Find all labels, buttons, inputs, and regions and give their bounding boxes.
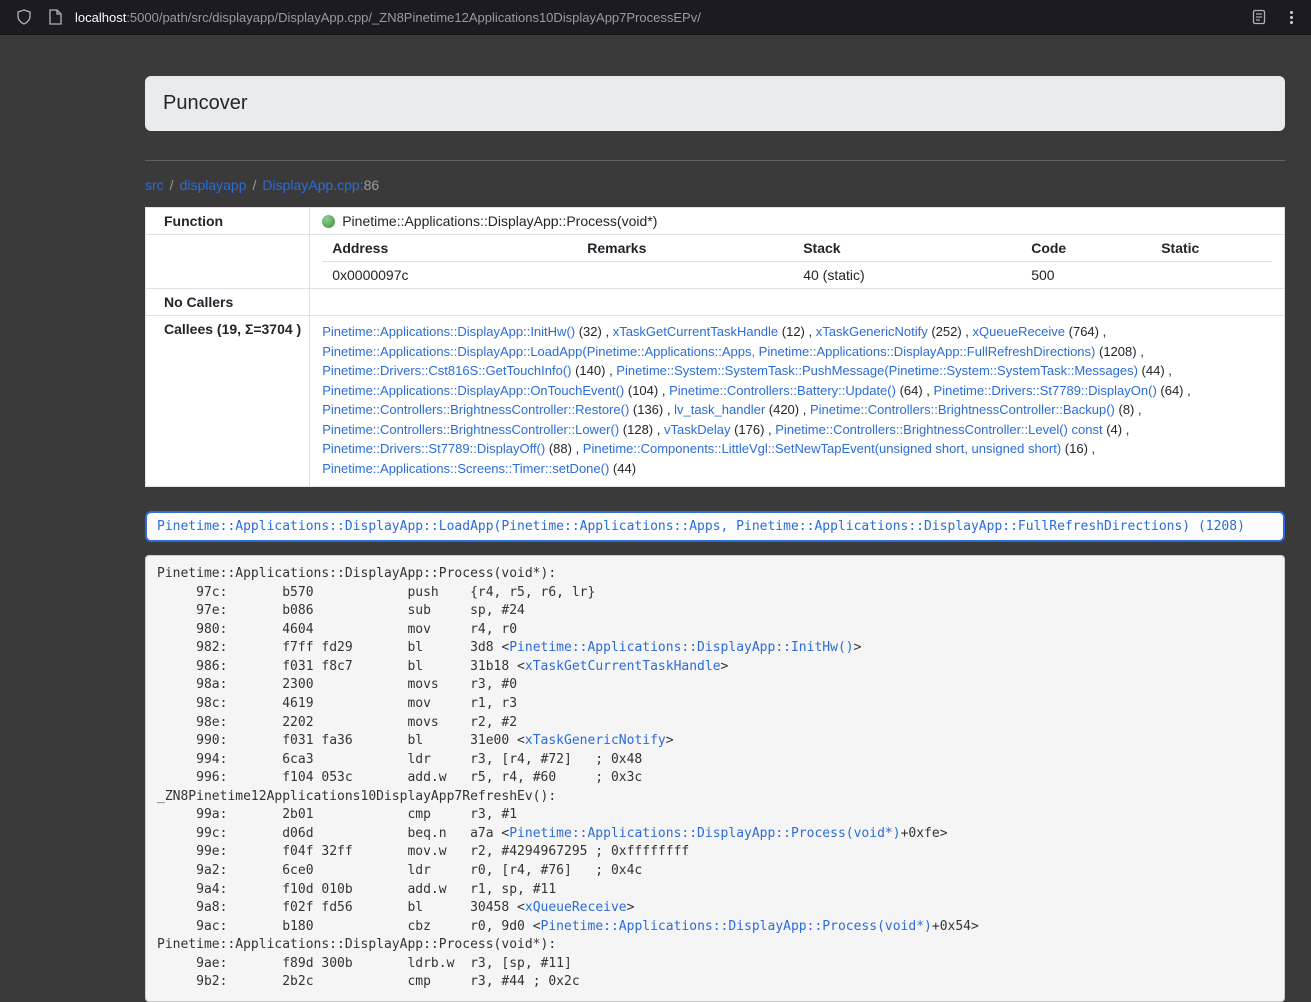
callee-link[interactable]: Pinetime::Controllers::BrightnessControl… — [775, 422, 1102, 437]
callee-link[interactable]: Pinetime::System::SystemTask::PushMessag… — [616, 363, 1138, 378]
no-callers-row: No Callers — [146, 289, 1285, 316]
address-value: 0x0000097c — [322, 262, 577, 289]
divider — [145, 160, 1285, 161]
breadcrumb-file[interactable]: DisplayApp.cpp: — [262, 177, 363, 193]
code-symbol-link[interactable]: Pinetime::Applications::DisplayApp::Init… — [509, 640, 853, 655]
page-title: Puncover — [163, 92, 248, 114]
column-stack: Stack — [793, 235, 1021, 262]
callee-stack-size: (64) — [1157, 383, 1184, 398]
breadcrumb-src[interactable]: src — [145, 177, 164, 193]
function-table: Function Pinetime::Applications::Display… — [145, 207, 1285, 487]
stack-value: 40 (static) — [793, 262, 1021, 289]
callee-link[interactable]: Pinetime::Controllers::BrightnessControl… — [322, 402, 629, 417]
code-symbol-link[interactable]: xQueueReceive — [525, 900, 627, 915]
code-symbol-link[interactable]: xTaskGenericNotify — [525, 733, 666, 748]
breadcrumb-separator: / — [170, 177, 174, 193]
callee-link[interactable]: vTaskDelay — [664, 422, 730, 437]
disassembly: Pinetime::Applications::DisplayApp::Proc… — [145, 555, 1285, 1002]
function-icon — [322, 215, 335, 228]
no-callers-label: No Callers — [146, 289, 310, 316]
callee-link[interactable]: Pinetime::Controllers::BrightnessControl… — [810, 402, 1115, 417]
code-symbol-link[interactable]: Pinetime::Applications::DisplayApp::Proc… — [509, 826, 900, 841]
callee-link[interactable]: xQueueReceive — [973, 324, 1066, 339]
code-symbol-link[interactable]: xTaskGetCurrentTaskHandle — [525, 659, 721, 674]
callee-stack-size: (128) — [619, 422, 653, 437]
breadcrumb-line-number: 86 — [364, 177, 380, 193]
code-symbol-link[interactable]: Pinetime::Applications::DisplayApp::Proc… — [541, 919, 932, 934]
callee-link[interactable]: Pinetime::Applications::DisplayApp::Init… — [322, 324, 575, 339]
callee-stack-size: (104) — [624, 383, 658, 398]
callee-link[interactable]: lv_task_handler — [674, 402, 765, 417]
reader-view-icon[interactable] — [1252, 9, 1266, 25]
url-path: :5000/path/src/displayapp/DisplayApp.cpp… — [126, 10, 701, 25]
metrics-table: Address Remarks Stack Code Static 0x0000… — [322, 235, 1272, 288]
callees-row: Callees (19, Σ=3704 ) Pinetime::Applicat… — [146, 316, 1285, 487]
callee-stack-size: (16) — [1061, 441, 1088, 456]
column-static: Static — [1151, 235, 1272, 262]
page-container: Puncover src / displayapp / DisplayApp.cpp:8… — [145, 35, 1285, 1002]
callee-stack-size: (64) — [896, 383, 923, 398]
callee-stack-size: (764) — [1065, 324, 1099, 339]
callee-link[interactable]: Pinetime::Drivers::St7789::DisplayOff() — [322, 441, 545, 456]
url-bar[interactable]: localhost:5000/path/src/displayapp/Displ… — [75, 10, 1240, 25]
function-row: Function Pinetime::Applications::Display… — [146, 208, 1285, 235]
page-icon[interactable] — [48, 9, 62, 25]
static-value — [1151, 262, 1272, 289]
overflow-menu-icon[interactable] — [1284, 9, 1299, 26]
highlighted-callee-link[interactable]: Pinetime::Applications::DisplayApp::Load… — [157, 519, 1245, 534]
shield-icon[interactable] — [16, 9, 32, 25]
metrics-row: Address Remarks Stack Code Static 0x0000… — [146, 235, 1285, 289]
callee-stack-size: (1208) — [1095, 344, 1136, 359]
callee-link[interactable]: Pinetime::Applications::DisplayApp::Load… — [322, 344, 1095, 359]
callees-label: Callees (19, Σ=3704 ) — [146, 316, 310, 487]
callee-stack-size: (88) — [545, 441, 572, 456]
callee-link[interactable]: xTaskGenericNotify — [816, 324, 928, 339]
function-label: Function — [146, 208, 310, 235]
remarks-value — [577, 262, 793, 289]
callee-stack-size: (12) — [778, 324, 805, 339]
callee-link[interactable]: xTaskGetCurrentTaskHandle — [613, 324, 778, 339]
callee-stack-size: (420) — [765, 402, 799, 417]
breadcrumb: src / displayapp / DisplayApp.cpp:86 — [145, 177, 1285, 193]
url-host: localhost — [75, 10, 126, 25]
callee-link[interactable]: Pinetime::Applications::Screens::Timer::… — [322, 461, 609, 476]
code-value: 500 — [1021, 262, 1151, 289]
callee-link[interactable]: Pinetime::Drivers::St7789::DisplayOn() — [934, 383, 1157, 398]
column-remarks: Remarks — [577, 235, 793, 262]
browser-toolbar: localhost:5000/path/src/displayapp/Displ… — [0, 0, 1311, 35]
metrics-cell: Address Remarks Stack Code Static 0x0000… — [310, 235, 1285, 289]
callee-stack-size: (8) — [1115, 402, 1135, 417]
callee-stack-size: (140) — [571, 363, 605, 378]
callee-stack-size: (252) — [928, 324, 962, 339]
callee-stack-size: (4) — [1103, 422, 1123, 437]
metrics-values-row: 0x0000097c 40 (static) 500 — [322, 262, 1272, 289]
callee-stack-size: (44) — [1138, 363, 1165, 378]
column-address: Address — [322, 235, 577, 262]
callee-link[interactable]: Pinetime::Drivers::Cst816S::GetTouchInfo… — [322, 363, 571, 378]
callee-link[interactable]: Pinetime::Applications::DisplayApp::OnTo… — [322, 383, 624, 398]
function-name: Pinetime::Applications::DisplayApp::Proc… — [342, 213, 657, 229]
callees-list: Pinetime::Applications::DisplayApp::Init… — [310, 316, 1285, 487]
callee-link[interactable]: Pinetime::Controllers::BrightnessControl… — [322, 422, 619, 437]
app-title-panel: Puncover — [145, 76, 1285, 131]
callee-link[interactable]: Pinetime::Controllers::Battery::Update() — [669, 383, 896, 398]
no-callers-cell — [310, 289, 1285, 316]
function-name-cell: Pinetime::Applications::DisplayApp::Proc… — [310, 208, 1285, 235]
breadcrumb-separator: / — [253, 177, 257, 193]
callee-stack-size: (44) — [609, 461, 636, 476]
breadcrumb-displayapp[interactable]: displayapp — [180, 177, 247, 193]
callee-stack-size: (136) — [629, 402, 663, 417]
callee-link[interactable]: Pinetime::Components::LittleVgl::SetNewT… — [583, 441, 1061, 456]
metrics-row-head — [146, 235, 310, 289]
callee-stack-size: (176) — [730, 422, 764, 437]
callee-stack-size: (32) — [575, 324, 602, 339]
column-code: Code — [1021, 235, 1151, 262]
highlighted-callee-box: Pinetime::Applications::DisplayApp::Load… — [145, 511, 1285, 542]
